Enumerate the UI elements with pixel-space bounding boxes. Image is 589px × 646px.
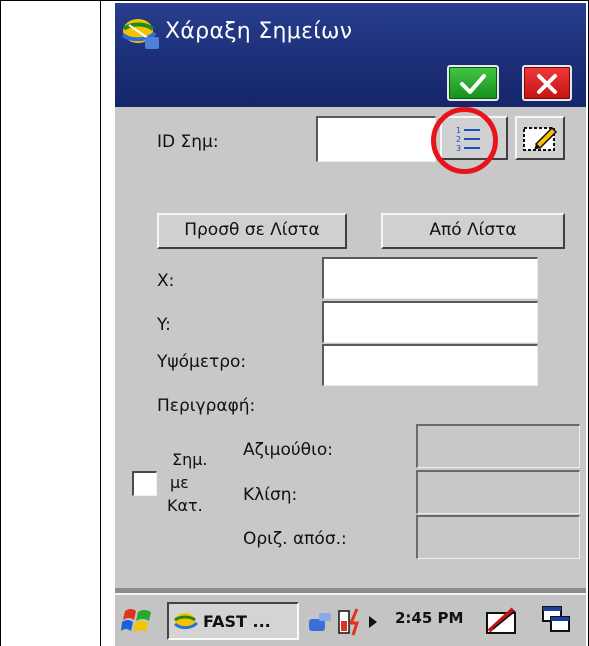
y-label: Y: — [157, 315, 171, 335]
input-panel-icon[interactable] — [485, 605, 519, 637]
frame-left-line — [0, 0, 1, 646]
taskbar: FAST ... 2:45 PM — [115, 593, 586, 646]
app-logo-icon — [121, 19, 159, 49]
inclination-field — [416, 470, 580, 514]
close-button[interactable] — [522, 65, 572, 101]
from-list-button[interactable]: Από Λίστα — [381, 213, 565, 249]
add-to-list-button[interactable]: Προσθ σε Λίστα — [157, 213, 347, 249]
azimuth-label: Αζιμούθιο: — [243, 440, 333, 460]
description-label: Περιγραφή: — [157, 396, 256, 416]
svg-text:2: 2 — [456, 135, 461, 144]
device-screen: Χάραξη Σημείων ID Σημ: 1 2 3 Προσθ σε Λί… — [115, 3, 586, 646]
frame-top-line — [0, 0, 589, 1]
task-fast-button[interactable]: FAST ... — [167, 602, 299, 640]
battery-icon — [338, 608, 360, 636]
elevation-input[interactable] — [322, 344, 538, 386]
azimuth-field — [416, 424, 580, 468]
x-label: X: — [157, 271, 175, 291]
checkbox-label-line3: Κατ. — [167, 496, 203, 515]
connection-icon — [309, 613, 331, 631]
window-title: Χάραξη Σημείων — [165, 19, 353, 44]
ok-button[interactable] — [447, 65, 499, 101]
x-input[interactable] — [322, 257, 538, 299]
frame-divider-line — [100, 0, 101, 646]
task-switcher-icon[interactable] — [541, 605, 571, 635]
horizontal-distance-label: Οριζ. απόσ.: — [243, 529, 347, 549]
svg-text:1: 1 — [456, 126, 461, 135]
inclination-label: Κλίση: — [243, 485, 298, 505]
by-direction-checkbox[interactable] — [132, 471, 157, 496]
point-id-label: ID Σημ: — [157, 132, 219, 152]
tray-icons[interactable] — [307, 607, 387, 637]
horizontal-distance-field — [416, 515, 580, 559]
title-bar: Χάραξη Σημείων — [115, 3, 586, 107]
edit-point-button[interactable] — [515, 116, 565, 160]
windows-flag-icon[interactable] — [121, 605, 155, 637]
checkmark-icon — [460, 74, 486, 94]
svg-text:3: 3 — [456, 144, 461, 153]
x-icon — [537, 74, 557, 94]
clock[interactable]: 2:45 PM — [395, 609, 463, 627]
task-label: FAST ... — [203, 612, 271, 631]
point-list-button[interactable]: 1 2 3 — [440, 116, 508, 160]
checkbox-label-line1: Σημ. — [172, 450, 208, 469]
point-id-input[interactable] — [316, 116, 436, 162]
numbered-list-icon: 1 2 3 — [456, 126, 480, 153]
app-logo-icon — [174, 613, 199, 630]
elevation-label: Υψόμετρο: — [157, 352, 247, 372]
tray-arrow-icon — [369, 616, 377, 628]
edit-pencil-icon — [523, 126, 558, 151]
checkbox-label-line2: με — [170, 473, 189, 492]
y-input[interactable] — [322, 301, 538, 343]
